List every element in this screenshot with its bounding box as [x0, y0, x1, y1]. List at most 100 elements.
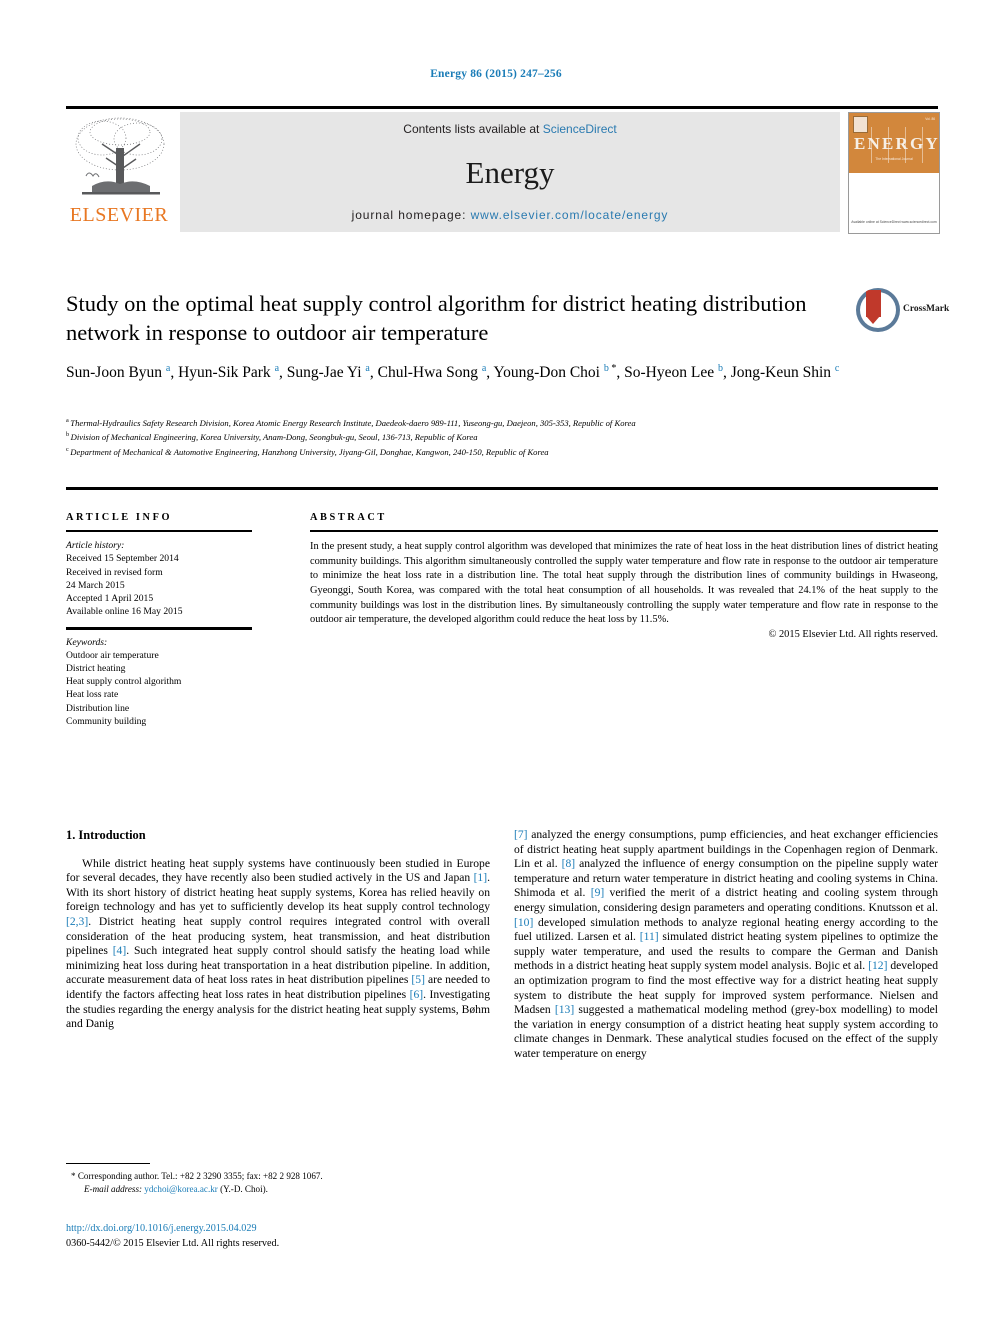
email-link[interactable]: ydchoi@korea.ac.kr	[144, 1184, 218, 1194]
affiliation-item: a Thermal-Hydraulics Safety Research Div…	[66, 415, 886, 429]
citation-link[interactable]: [4]	[113, 944, 127, 957]
section-heading-introduction: 1. Introduction	[66, 828, 146, 842]
doi-link[interactable]: http://dx.doi.org/10.1016/j.energy.2015.…	[66, 1222, 536, 1237]
homepage-url-link[interactable]: www.elsevier.com/locate/energy	[471, 208, 669, 222]
keyword-item: Outdoor air temperature	[66, 649, 159, 661]
article-history-item: Received in revised form	[66, 566, 163, 578]
author-affiliation-mark: a	[365, 363, 370, 374]
crossmark-badge[interactable]: CrossMark	[856, 288, 949, 334]
citation-link[interactable]: [10]	[514, 916, 533, 929]
article-info-rule	[66, 530, 252, 533]
running-head: Energy 86 (2015) 247–256	[430, 68, 562, 80]
affiliation-text: Thermal-Hydraulics Safety Research Divis…	[70, 417, 636, 428]
keyword-item: Community building	[66, 715, 147, 727]
crossmark-label: CrossMark	[903, 304, 950, 314]
journal-title: Energy	[465, 155, 555, 190]
citation-link[interactable]: [12]	[868, 959, 887, 972]
article-history-item: 24 March 2015	[66, 579, 125, 591]
cover-footer-text: Available online at ScienceDirect www.sc…	[851, 220, 937, 224]
article-info-heading: ARTICLE INFO	[66, 512, 173, 523]
citation-link[interactable]: [7]	[514, 828, 528, 841]
keywords-rule	[66, 627, 252, 630]
journal-homepage-line: journal homepage: www.elsevier.com/locat…	[180, 208, 840, 222]
masthead-top-rule	[66, 106, 938, 109]
citation-link[interactable]: [13]	[555, 1003, 574, 1016]
author-name: Hyun-Sik Park	[178, 364, 275, 382]
sciencedirect-band: Contents lists available at ScienceDirec…	[180, 112, 840, 232]
contents-prefix: Contents lists available at	[403, 122, 543, 136]
author-name: Jong-Keun Shin	[730, 364, 835, 382]
corresponding-author-mark: *	[608, 363, 617, 374]
footnote-rule	[66, 1163, 150, 1165]
article-history-label: Article history:	[66, 540, 125, 552]
abstract-heading: ABSTRACT	[310, 512, 387, 523]
keyword-item: Distribution line	[66, 702, 130, 714]
author-affiliation-mark: a	[165, 363, 171, 374]
journal-cover-thumbnail: Vol. 86 ENERGY The International Journal…	[848, 112, 940, 234]
citation-link[interactable]: [6]	[410, 988, 424, 1001]
homepage-prefix: journal homepage:	[351, 208, 471, 222]
abstract-column: ABSTRACT In the present study, a heat su…	[310, 512, 938, 640]
crossmark-icon	[856, 288, 900, 332]
corresponding-author-text: Corresponding author. Tel.: +82 2 3290 3…	[77, 1171, 323, 1181]
citation-link[interactable]: [8]	[562, 857, 576, 870]
footnote-star: *	[71, 1171, 76, 1181]
affiliation-text: Department of Mechanical & Automotive En…	[70, 446, 549, 457]
corresponding-author-note: * Corresponding author. Tel.: +82 2 3290…	[66, 1170, 490, 1183]
abstract-rule	[310, 530, 938, 533]
affiliation-list: a Thermal-Hydraulics Safety Research Div…	[66, 415, 886, 458]
author-affiliation-mark: b	[717, 363, 723, 374]
elsevier-tree-icon	[72, 114, 168, 202]
elsevier-logo: ELSEVIER	[66, 112, 172, 232]
email-owner: (Y.-D. Choi).	[220, 1184, 268, 1194]
citation-link[interactable]: [2,3]	[66, 915, 88, 928]
issn-copyright-line: 0360-5442/© 2015 Elsevier Ltd. All right…	[66, 1237, 280, 1249]
cover-journal-title: ENERGY	[854, 134, 940, 153]
paragraph-text: suggested a mathematical modeling method…	[514, 1003, 938, 1060]
author-affiliation-mark: a	[274, 363, 280, 374]
intro-paragraph-right: [7] analyzed the energy consumptions, pu…	[514, 828, 938, 1062]
cover-subtitle: The International Journal	[875, 157, 913, 161]
author-list: Sun-Joon Byun a, Hyun-Sik Park a, Sung-J…	[66, 363, 840, 382]
article-history-item: Available online 16 May 2015	[66, 606, 183, 618]
article-info-column: ARTICLE INFO Article history: Received 15…	[66, 512, 252, 728]
keyword-item: Heat loss rate	[66, 689, 119, 701]
citation-link[interactable]: [11]	[640, 930, 659, 943]
email-note: E-mail address: ydchoi@korea.ac.kr (Y.-D…	[66, 1183, 490, 1196]
article-history-item: Received 15 September 2014	[66, 553, 179, 565]
footer-block: http://dx.doi.org/10.1016/j.energy.2015.…	[66, 1222, 536, 1251]
cover-mini-logo-icon	[853, 116, 868, 133]
elsevier-wordmark: ELSEVIER	[69, 204, 169, 226]
article-history: Article history: Received 15 September 20…	[66, 539, 252, 618]
keywords: Keywords: Outdoor air temperature District…	[66, 636, 252, 728]
abstract-text: In the present study, a heat supply cont…	[310, 541, 938, 626]
contents-available-line: Contents lists available at ScienceDirec…	[180, 122, 840, 136]
body-column-left: 1. Introduction While district heating h…	[66, 828, 490, 1032]
email-label: E-mail address:	[84, 1184, 143, 1194]
sciencedirect-link[interactable]: ScienceDirect	[543, 122, 617, 136]
paper-page: Energy 86 (2015) 247–256 ELSEVIER Conten…	[0, 0, 992, 1323]
citation-link[interactable]: [9]	[591, 886, 605, 899]
author-affiliation-mark: a	[481, 363, 487, 374]
paragraph-text: While district heating heat supply syste…	[66, 856, 490, 885]
info-block-top-rule	[66, 487, 938, 490]
author-name: Chul-Hwa Song	[377, 364, 482, 382]
cover-orange-panel: Vol. 86 ENERGY The International Journal	[849, 113, 939, 173]
footnote-block: * Corresponding author. Tel.: +82 2 3290…	[66, 1170, 490, 1196]
author-affiliation-mark: c	[834, 363, 840, 374]
author-name: Young-Don Choi	[493, 364, 604, 382]
cover-issue-label: Vol. 86	[925, 117, 935, 121]
keywords-label: Keywords:	[66, 636, 108, 648]
citation-link[interactable]: [5]	[411, 973, 425, 986]
intro-paragraph-left: While district heating heat supply syste…	[66, 857, 490, 1032]
article-history-item: Accepted 1 April 2015	[66, 593, 154, 604]
citation-link[interactable]: [1]	[474, 871, 488, 884]
affiliation-item: c Department of Mechanical & Automotive …	[66, 444, 886, 458]
keyword-item: District heating	[66, 663, 126, 674]
author-name: Sung-Jae Yi	[286, 364, 366, 382]
body-column-right: [7] analyzed the energy consumptions, pu…	[514, 828, 938, 1062]
page-title: Study on the optimal heat supply control…	[66, 291, 807, 345]
keyword-item: Heat supply control algorithm	[66, 676, 182, 688]
author-name: So-Hyeon Lee	[624, 364, 718, 382]
affiliation-item: b Division of Mechanical Engineering, Ko…	[66, 429, 886, 443]
